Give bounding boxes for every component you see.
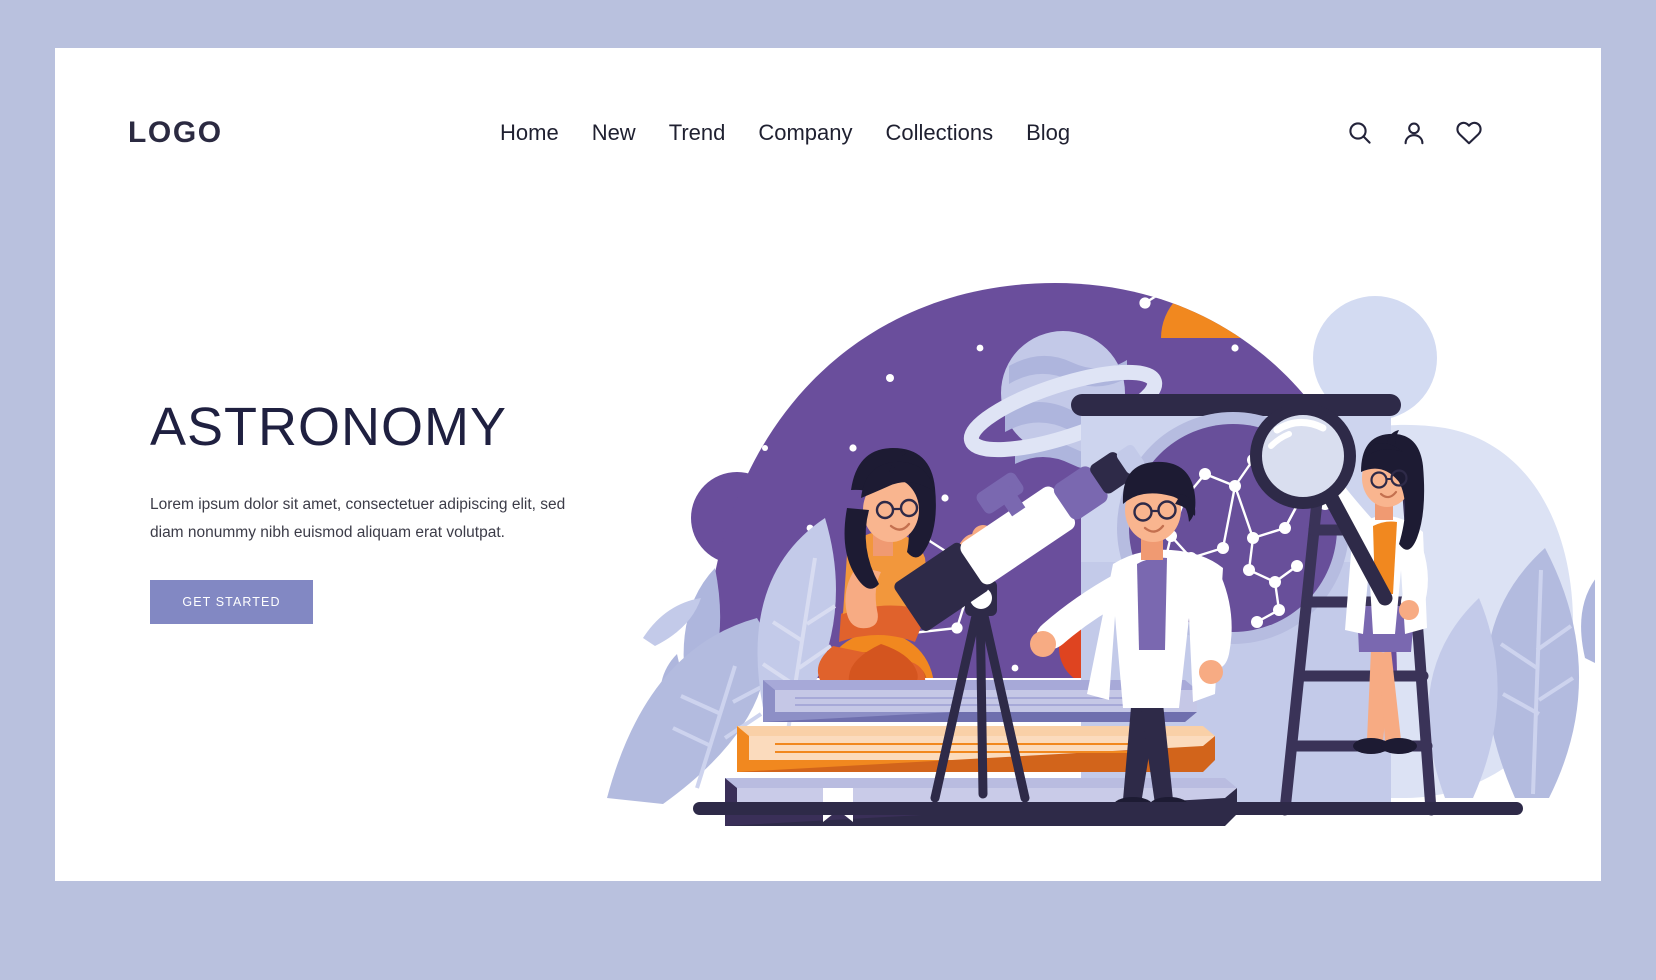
constellation-a bbox=[1144, 283, 1328, 305]
get-started-button[interactable]: GET STARTED bbox=[150, 579, 313, 624]
nav-item-collections[interactable]: Collections bbox=[886, 120, 994, 146]
orange-sun-shape bbox=[1161, 283, 1273, 338]
ground-line bbox=[693, 802, 1523, 815]
main-navigation: Home New Trend Company Collections Blog bbox=[500, 120, 1070, 146]
hero-card: LOGO Home New Trend Company Collections … bbox=[55, 48, 1601, 881]
nav-item-new[interactable]: New bbox=[592, 120, 636, 146]
page-title: ASTRONOMY bbox=[150, 397, 508, 457]
heart-icon[interactable] bbox=[1455, 120, 1483, 146]
hero-subtitle: Lorem ipsum dolor sit amet, consectetuer… bbox=[150, 496, 566, 541]
header-icon-group bbox=[1347, 120, 1483, 146]
search-icon[interactable] bbox=[1347, 120, 1373, 146]
hero-text-block: ASTRONOMY Lorem ipsum dolor sit amet, co… bbox=[150, 397, 620, 624]
astronomy-illustration bbox=[585, 198, 1595, 838]
nav-item-blog[interactable]: Blog bbox=[1026, 120, 1070, 146]
nav-item-home[interactable]: Home bbox=[500, 120, 559, 146]
user-icon[interactable] bbox=[1401, 120, 1427, 146]
nav-item-company[interactable]: Company bbox=[758, 120, 852, 146]
nav-item-trend[interactable]: Trend bbox=[669, 120, 726, 146]
logo[interactable]: LOGO bbox=[128, 116, 223, 150]
page-root: LOGO Home New Trend Company Collections … bbox=[0, 0, 1656, 980]
